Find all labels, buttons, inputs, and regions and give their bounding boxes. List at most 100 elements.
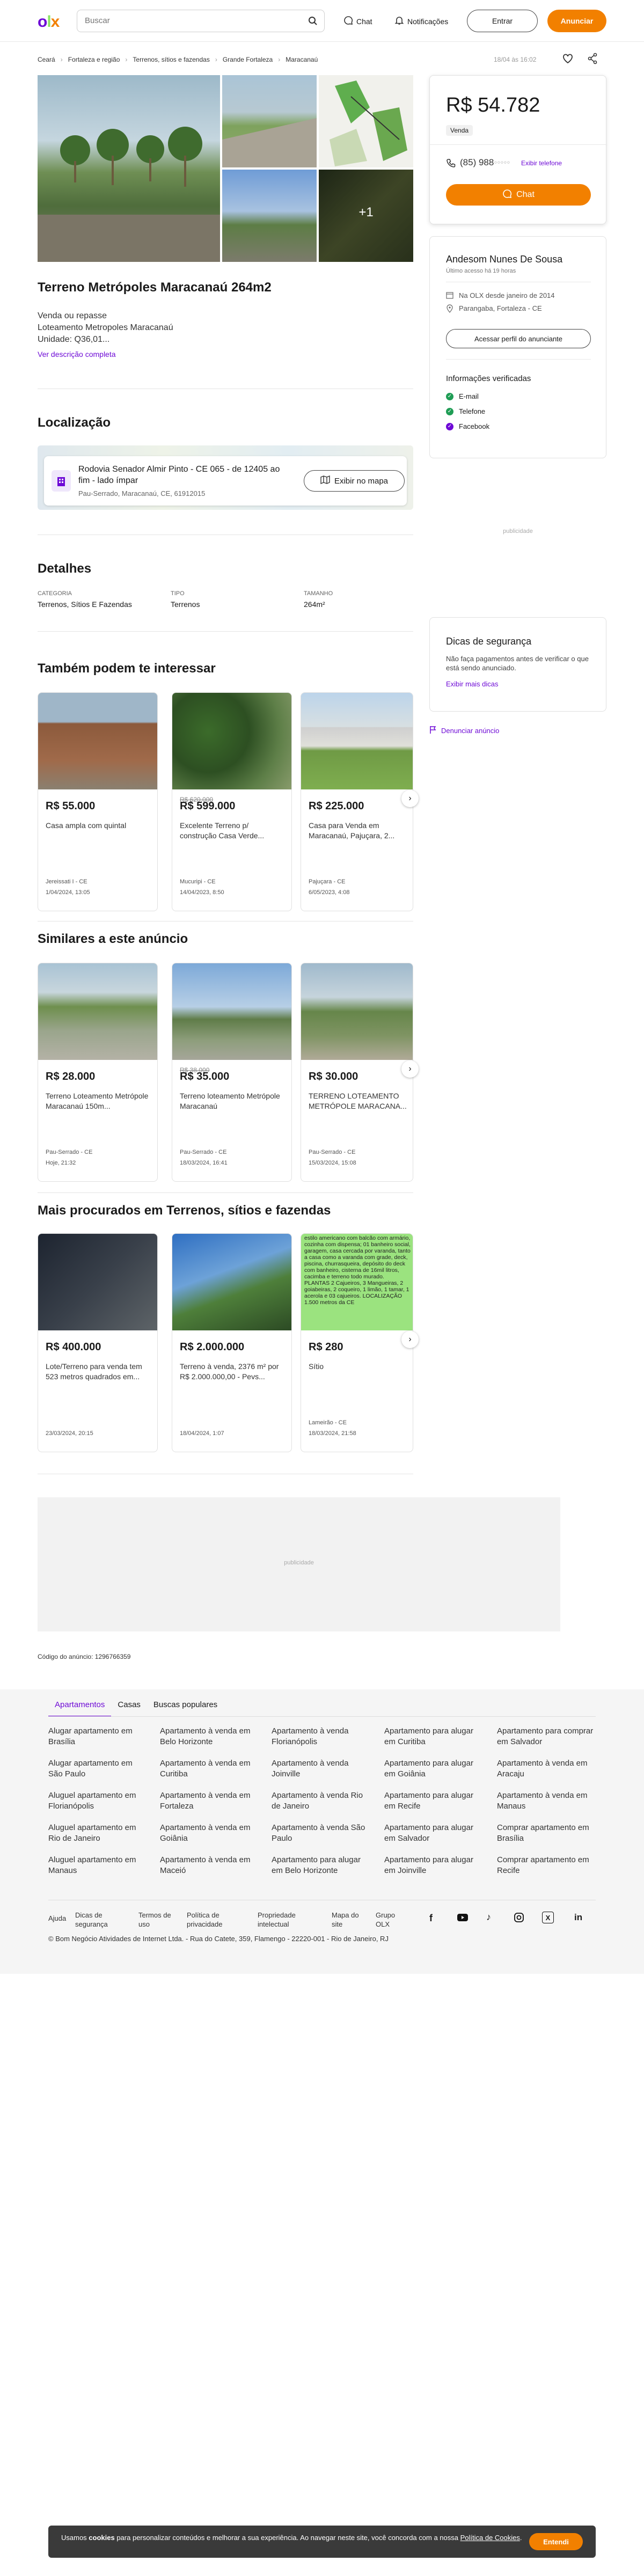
gallery-photo[interactable] bbox=[222, 170, 317, 262]
listing-card[interactable]: R$ 55.000 Casa ampla com quintal Jereiss… bbox=[38, 692, 158, 911]
youtube-icon[interactable] bbox=[457, 1914, 468, 1924]
phone-number: (85) 988◦◦◦◦◦ bbox=[460, 157, 510, 167]
listing-card[interactable]: R$ 620.000 R$ 599.000 Excelente Terreno … bbox=[172, 692, 292, 911]
report-ad-link[interactable]: Denunciar anúncio bbox=[429, 726, 499, 736]
cookie-accept-button[interactable]: Entendi bbox=[529, 2533, 583, 2550]
card-photo bbox=[38, 963, 157, 1060]
footer-link[interactable]: Apartamento à venda Rio de Janeiro bbox=[272, 1790, 368, 1812]
building-icon bbox=[52, 470, 71, 492]
listing-card[interactable]: R$ 225.000 Casa para Venda em Maracanaú,… bbox=[301, 692, 413, 911]
verified-item: ✓ E-mail bbox=[446, 392, 479, 400]
posted-date: 18/04 às 16:02 bbox=[494, 56, 537, 63]
footer-link[interactable]: Apartamento à venda Joinville bbox=[272, 1758, 368, 1780]
main-photo[interactable] bbox=[38, 75, 220, 262]
chat-button[interactable]: Chat bbox=[446, 184, 591, 206]
footer-link[interactable]: Apartamento à venda Florianópolis bbox=[272, 1726, 368, 1747]
footer-link[interactable]: Alugar apartamento em São Paulo bbox=[48, 1758, 145, 1780]
search-icon[interactable] bbox=[308, 16, 318, 28]
seller-name[interactable]: Andesom Nunes De Sousa bbox=[446, 254, 562, 265]
card-photo: estilo americano com balcão com armário,… bbox=[301, 1234, 413, 1330]
show-phone-link[interactable]: Exibir telefone bbox=[521, 159, 562, 167]
more-tips-link[interactable]: Exibir mais dicas bbox=[446, 680, 499, 688]
calendar-icon bbox=[446, 291, 453, 302]
listing-card[interactable]: R$ 38.000 R$ 35.000 Terreno loteamento M… bbox=[172, 963, 292, 1182]
card-title: TERRENO LOTEAMENTO METRÓPOLE MARACANA... bbox=[309, 1092, 407, 1110]
listing-description: Venda ou repasse Loteamento Metropoles M… bbox=[38, 310, 173, 346]
footer-link-group[interactable]: Grupo OLX bbox=[376, 1911, 402, 1929]
linkedin-icon[interactable]: in bbox=[574, 1912, 582, 1923]
footer-link[interactable]: Comprar apartamento em Brasília bbox=[497, 1823, 594, 1844]
footer-link[interactable]: Apartamento para alugar em Joinville bbox=[384, 1855, 481, 1876]
footer-link[interactable]: Apartamento para alugar em Recife bbox=[384, 1790, 481, 1812]
footer-link[interactable]: Apartamento à venda em Curitiba bbox=[160, 1758, 257, 1780]
description-line: Unidade: Q36,01... bbox=[38, 335, 110, 344]
breadcrumb-item[interactable]: Grande Fortaleza bbox=[223, 56, 273, 63]
detail-value: Terrenos, Sítios E Fazendas bbox=[38, 600, 132, 609]
x-twitter-icon[interactable]: X bbox=[542, 1912, 554, 1923]
share-icon[interactable] bbox=[587, 53, 598, 67]
chat-link[interactable]: Chat bbox=[343, 16, 372, 27]
listing-card[interactable]: R$ 2.000.000 Terreno à venda, 2376 m² po… bbox=[172, 1233, 292, 1452]
breadcrumb-item[interactable]: Terrenos, sítios e fazendas bbox=[133, 56, 209, 63]
olx-logo[interactable]: olx bbox=[38, 13, 60, 31]
footer-link[interactable]: Apartamento para alugar em Curitiba bbox=[384, 1726, 481, 1747]
carousel-next-button[interactable]: › bbox=[401, 790, 419, 807]
footer-link[interactable]: Aluguel apartamento em Rio de Janeiro bbox=[48, 1823, 145, 1844]
footer-link[interactable]: Aluguel apartamento em Florianópolis bbox=[48, 1790, 145, 1812]
facebook-icon[interactable]: f bbox=[429, 1913, 433, 1924]
footer-link-terms[interactable]: Termos de uso bbox=[138, 1911, 176, 1929]
breadcrumb-item[interactable]: Maracanaú bbox=[286, 56, 318, 63]
listing-card[interactable]: R$ 30.000 TERRENO LOTEAMENTO METRÓPOLE M… bbox=[301, 963, 413, 1182]
footer-link[interactable]: Apartamento à venda São Paulo bbox=[272, 1823, 368, 1844]
footer-link-sitemap[interactable]: Mapa do site bbox=[332, 1911, 364, 1929]
footer-link-privacy[interactable]: Política de privacidade bbox=[187, 1911, 230, 1929]
footer-link[interactable]: Apartamento para alugar em Salvador bbox=[384, 1823, 481, 1844]
report-ad-label: Denunciar anúncio bbox=[441, 727, 500, 735]
footer-link[interactable]: Comprar apartamento em Recife bbox=[497, 1855, 594, 1876]
breadcrumb-item[interactable]: Fortaleza e região bbox=[68, 56, 120, 63]
carousel-next-button[interactable]: › bbox=[401, 1060, 419, 1078]
login-button[interactable]: Entrar bbox=[467, 10, 538, 32]
footer-link-ip[interactable]: Propriedade intelectual bbox=[258, 1911, 301, 1929]
seller-profile-button[interactable]: Acessar perfil do anunciante bbox=[446, 329, 591, 348]
footer-link[interactable]: Apartamento à venda em Maceió bbox=[160, 1855, 257, 1876]
footer-link[interactable]: Apartamento à venda em Goiânia bbox=[160, 1823, 257, 1844]
gallery-map-photo[interactable] bbox=[319, 75, 413, 167]
show-map-button[interactable]: Exibir no mapa bbox=[304, 470, 405, 492]
listing-card[interactable]: R$ 400.000 Lote/Terreno para venda tem 5… bbox=[38, 1233, 158, 1452]
gallery-photo[interactable] bbox=[222, 75, 317, 167]
breadcrumb-item[interactable]: Ceará bbox=[38, 56, 55, 63]
footer-tab-apartments[interactable]: Apartamentos bbox=[48, 1697, 112, 1717]
gallery-photo-more[interactable]: +1 bbox=[319, 170, 413, 262]
footer-link[interactable]: Alugar apartamento em Brasília bbox=[48, 1726, 145, 1747]
carousel-next-button[interactable]: › bbox=[401, 1331, 419, 1348]
listing-card[interactable]: estilo americano com balcão com armário,… bbox=[301, 1233, 413, 1452]
card-title: Casa para Venda em Maracanaú, Pajuçara, … bbox=[309, 821, 395, 840]
tiktok-icon[interactable]: ♪ bbox=[486, 1912, 491, 1923]
photo-gallery[interactable]: +1 bbox=[38, 75, 413, 262]
footer-link[interactable]: Apartamento à venda em Belo Horizonte bbox=[160, 1726, 257, 1747]
seller-location: Parangaba, Fortaleza - CE bbox=[459, 304, 542, 312]
footer-link[interactable]: Apartamento para comprar em Salvador bbox=[497, 1726, 594, 1747]
location-area: Pau-Serrado, Maracanaú, CE, 61912015 bbox=[78, 489, 206, 497]
footer-link[interactable]: Apartamento à venda em Fortaleza bbox=[160, 1790, 257, 1812]
footer-link[interactable]: Aluguel apartamento em Manaus bbox=[48, 1855, 145, 1876]
cookie-policy-link[interactable]: Política de Cookies bbox=[460, 2534, 520, 2542]
instagram-icon[interactable] bbox=[514, 1913, 524, 1925]
footer-link[interactable]: Apartamento para alugar em Goiânia bbox=[384, 1758, 481, 1780]
see-full-description-link[interactable]: Ver descrição completa bbox=[38, 350, 116, 358]
footer-link[interactable]: Apartamento à venda em Aracaju bbox=[497, 1758, 594, 1780]
footer-link-safety[interactable]: Dicas de segurança bbox=[75, 1911, 113, 1929]
announce-button[interactable]: Anunciar bbox=[547, 10, 606, 32]
footer-link[interactable]: Apartamento à venda em Manaus bbox=[497, 1790, 594, 1812]
card-price: R$ 280 bbox=[309, 1341, 343, 1353]
footer-tab-houses[interactable]: Casas bbox=[111, 1697, 147, 1717]
footer-tab-popular[interactable]: Buscas populares bbox=[147, 1697, 224, 1717]
search-input[interactable] bbox=[85, 16, 299, 25]
footer-link-help[interactable]: Ajuda bbox=[48, 1914, 66, 1923]
listing-card[interactable]: R$ 28.000 Terreno Loteamento Metrópole M… bbox=[38, 963, 158, 1182]
footer-link[interactable]: Apartamento para alugar em Belo Horizont… bbox=[272, 1855, 368, 1876]
search-box[interactable] bbox=[77, 10, 325, 32]
heart-icon[interactable] bbox=[562, 53, 574, 67]
notifications-link[interactable]: Notificações bbox=[394, 16, 448, 27]
